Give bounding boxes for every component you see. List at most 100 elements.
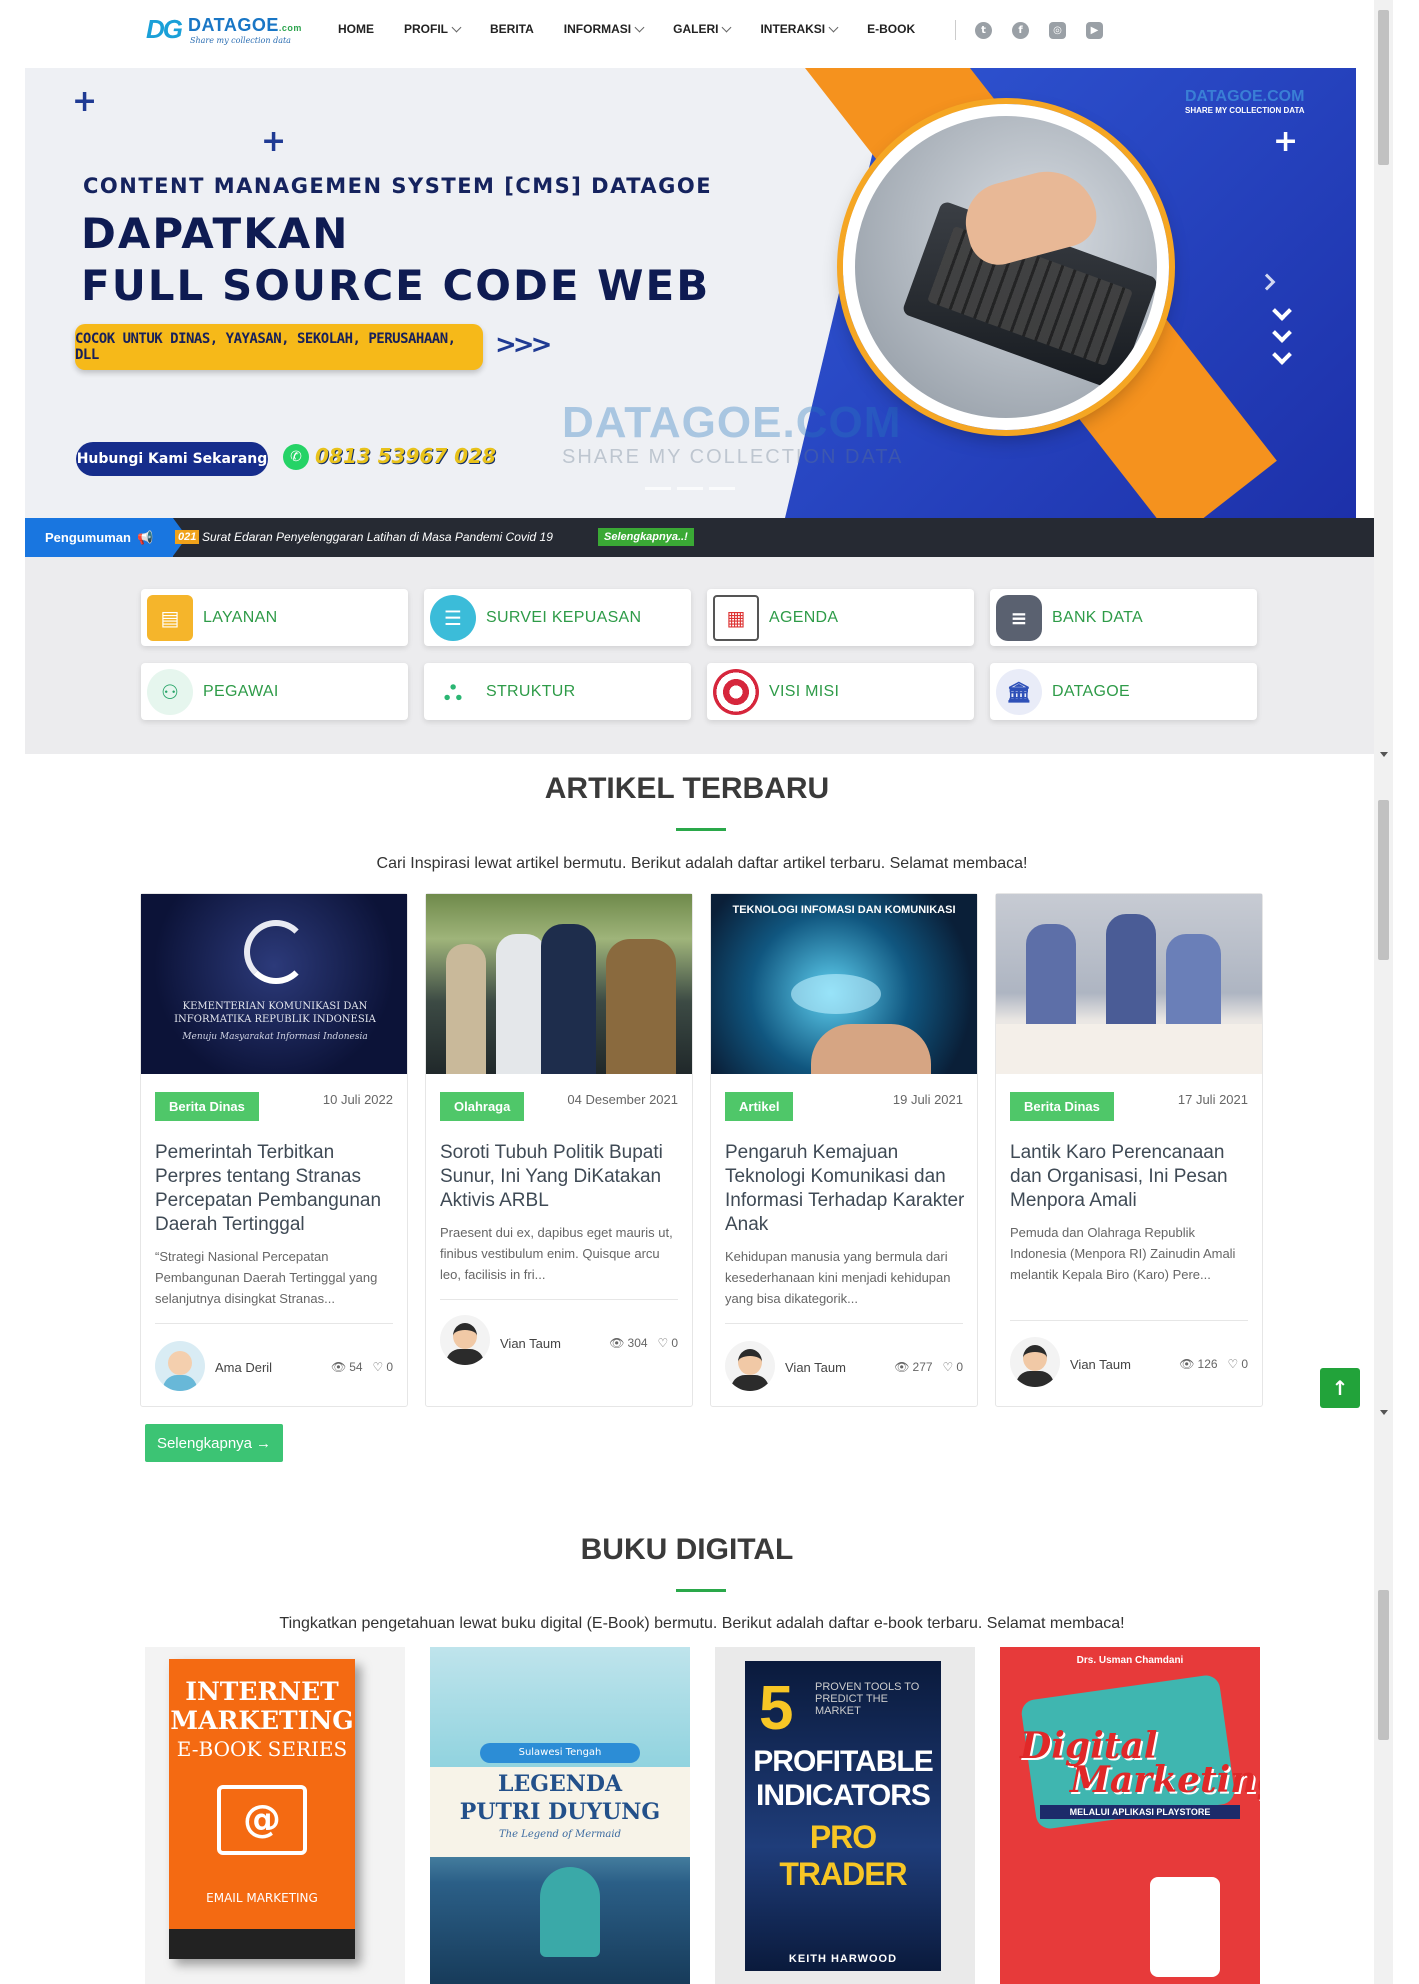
email-icon: @ [217, 1785, 307, 1855]
ebook-cover[interactable]: Sulawesi Tengah LEGENDA PUTRI DUYUNG The… [430, 1647, 690, 1984]
menu-profil[interactable]: PROFIL [404, 22, 462, 36]
table-shape [996, 1024, 1262, 1074]
announcement-label: Pengumuman 📢 [25, 518, 187, 557]
scroll-down-icon[interactable] [1380, 1410, 1388, 1415]
contact-button[interactable]: Hubungi Kami Sekarang [76, 442, 268, 476]
menu-berita[interactable]: BERITA [490, 22, 534, 36]
service-struktur[interactable]: ⛬ STRUKTUR [424, 663, 691, 720]
back-to-top-button[interactable]: ↑ [1320, 1368, 1360, 1408]
book-footer: EMAIL MARKETING [206, 1891, 318, 1905]
service-label: DATAGOE [1052, 682, 1130, 700]
service-label: SURVEI KEPUASAN [486, 608, 642, 626]
articles-subtitle: Cari Inspirasi lewat artikel bermutu. Be… [376, 855, 1028, 872]
menu-ebook[interactable]: E-BOOK [867, 22, 915, 36]
slider-dot[interactable] [645, 487, 671, 490]
article-excerpt: Pemuda dan Olahraga Republik Indonesia (… [1010, 1225, 1236, 1282]
article-card[interactable]: KEMENTERIAN KOMUNIKASI DAN INFORMATIKA R… [140, 893, 408, 1407]
menu-label: HOME [338, 22, 374, 36]
views-count: 304 [627, 1336, 648, 1350]
likes-stat[interactable]: ♡ 0 [658, 1336, 678, 1350]
article-stats: 👁 304 ♡ 0 [609, 1336, 678, 1350]
article-card[interactable]: Olahraga 04 Desember 2021 Soroti Tubuh P… [425, 893, 693, 1407]
article-image[interactable] [996, 894, 1262, 1074]
article-title[interactable]: Soroti Tubuh Politik Bupati Sunur, Ini Y… [440, 1141, 684, 1213]
category-badge[interactable]: Olahraga [440, 1092, 525, 1121]
article-card[interactable]: TEKNOLOGI INFOMASI DAN KOMUNIKASI Artike… [710, 893, 978, 1407]
likes-count: 0 [956, 1360, 963, 1374]
category-badge[interactable]: Artikel [725, 1092, 794, 1121]
scroll-down-icon[interactable] [1380, 752, 1388, 757]
hero-phone: 0813 53967 028 [315, 444, 496, 468]
avatar [725, 1341, 775, 1391]
announcement-more-link[interactable]: Selengkapnya..! [598, 528, 694, 546]
social-links: t f ◎ ▶ [975, 22, 1103, 39]
menu-label: INTERAKSI [760, 22, 826, 36]
article-image[interactable] [426, 894, 692, 1074]
book-line2: MARKETING [170, 1706, 354, 1735]
category-badge[interactable]: Berita Dinas [155, 1092, 259, 1121]
likes-stat[interactable]: ♡ 0 [943, 1360, 963, 1374]
facebook-icon[interactable]: f [1012, 22, 1029, 39]
chevron-down-icon [722, 22, 732, 32]
article-date: 04 Desember 2021 [567, 1092, 678, 1107]
announcement-text[interactable]: Surat Edaran Penyelenggaran Latihan di M… [202, 530, 553, 544]
scrollbar-thumb[interactable] [1378, 1590, 1389, 1740]
service-label: PEGAWAI [203, 682, 279, 700]
article-stats: 👁 126 ♡ 0 [1179, 1357, 1248, 1371]
article-title[interactable]: Pemerintah Terbitkan Perpres tentang Str… [155, 1141, 399, 1237]
menu-home[interactable]: HOME [338, 22, 374, 36]
article-title[interactable]: Pengaruh Kemajuan Teknologi Komunikasi d… [725, 1141, 969, 1237]
hero-brand-name: DATAGOE.COM [1185, 88, 1305, 105]
page-scrollbar[interactable] [1374, 0, 1393, 1984]
articles-more-button[interactable]: Selengkapnya → [145, 1424, 283, 1462]
book-line2: INDICATORS [756, 1779, 931, 1812]
menu-interaksi[interactable]: INTERAKSI [760, 22, 839, 36]
person-shape [606, 939, 676, 1074]
plus-icon: + [261, 124, 287, 159]
category-badge[interactable]: Berita Dinas [1010, 1092, 1114, 1121]
menu-label: INFORMASI [563, 22, 632, 36]
youtube-icon[interactable]: ▶ [1086, 22, 1103, 39]
menu-informasi[interactable]: INFORMASI [563, 22, 645, 36]
hero-title: DAPATKAN FULL SOURCE CODE WEB [81, 208, 710, 312]
views-stat: 👁 54 [331, 1360, 363, 1374]
scrollbar-thumb[interactable] [1378, 10, 1389, 165]
target-icon [713, 668, 759, 715]
hero-watermark-sub: SHARE MY COLLECTION DATA [562, 446, 904, 468]
article-image[interactable]: KEMENTERIAN KOMUNIKASI DAN INFORMATIKA R… [141, 894, 407, 1074]
article-card[interactable]: Berita Dinas 17 Juli 2021 Lantik Karo Pe… [995, 893, 1263, 1407]
slider-dot[interactable] [677, 487, 703, 490]
service-layanan[interactable]: ▤ LAYANAN [141, 589, 408, 646]
announcement-label-text: Pengumuman [45, 530, 131, 545]
likes-stat[interactable]: ♡ 0 [373, 1360, 393, 1374]
service-visi-misi[interactable]: VISI MISI [707, 663, 974, 720]
avatar [155, 1341, 205, 1391]
twitter-icon[interactable]: t [975, 22, 992, 39]
article-image[interactable]: TEKNOLOGI INFOMASI DAN KOMUNIKASI [711, 894, 977, 1074]
card-divider [440, 1299, 678, 1300]
announcement-date: 021 [175, 530, 200, 544]
service-bank-data[interactable]: ≡ BANK DATA [990, 589, 1257, 646]
service-survei[interactable]: ☰ SURVEI KEPUASAN [424, 589, 691, 646]
ebook-cover[interactable]: INTERNET MARKETING E-BOOK SERIES @ EMAIL… [145, 1647, 405, 1984]
article-excerpt: Kehidupan manusia yang bermula dari kese… [725, 1249, 951, 1306]
hero-banner[interactable]: + + + CONTENT MANAGEMEN SYSTEM [CMS] DAT… [25, 68, 1356, 518]
heart-icon: ♡ [372, 1360, 384, 1374]
service-agenda[interactable]: ▦ AGENDA [707, 589, 974, 646]
service-datagoe[interactable]: 🏛 DATAGOE [990, 663, 1257, 720]
menu-galeri[interactable]: GALERI [673, 22, 732, 36]
slider-dot[interactable] [709, 487, 735, 490]
person-shape [496, 934, 546, 1074]
views-count: 277 [912, 1360, 933, 1374]
ebook-cover[interactable]: Drs. Usman Chamdani Digital Marketing ME… [1000, 1647, 1260, 1984]
ebook-cover[interactable]: 5 PROVEN TOOLS TO PREDICT THE MARKET PRO… [715, 1647, 975, 1984]
site-logo[interactable]: DG DATAGOE.com Share my collection data [146, 12, 306, 52]
menu-label: BERITA [490, 22, 534, 36]
article-title[interactable]: Lantik Karo Perencanaan dan Organisasi, … [1010, 1141, 1254, 1213]
instagram-icon[interactable]: ◎ [1049, 22, 1066, 39]
book-line2: Marketing [1070, 1759, 1260, 1801]
likes-stat[interactable]: ♡ 0 [1228, 1357, 1248, 1371]
book-band [169, 1929, 355, 1959]
scrollbar-thumb[interactable] [1378, 800, 1389, 960]
service-pegawai[interactable]: ⚇ PEGAWAI [141, 663, 408, 720]
